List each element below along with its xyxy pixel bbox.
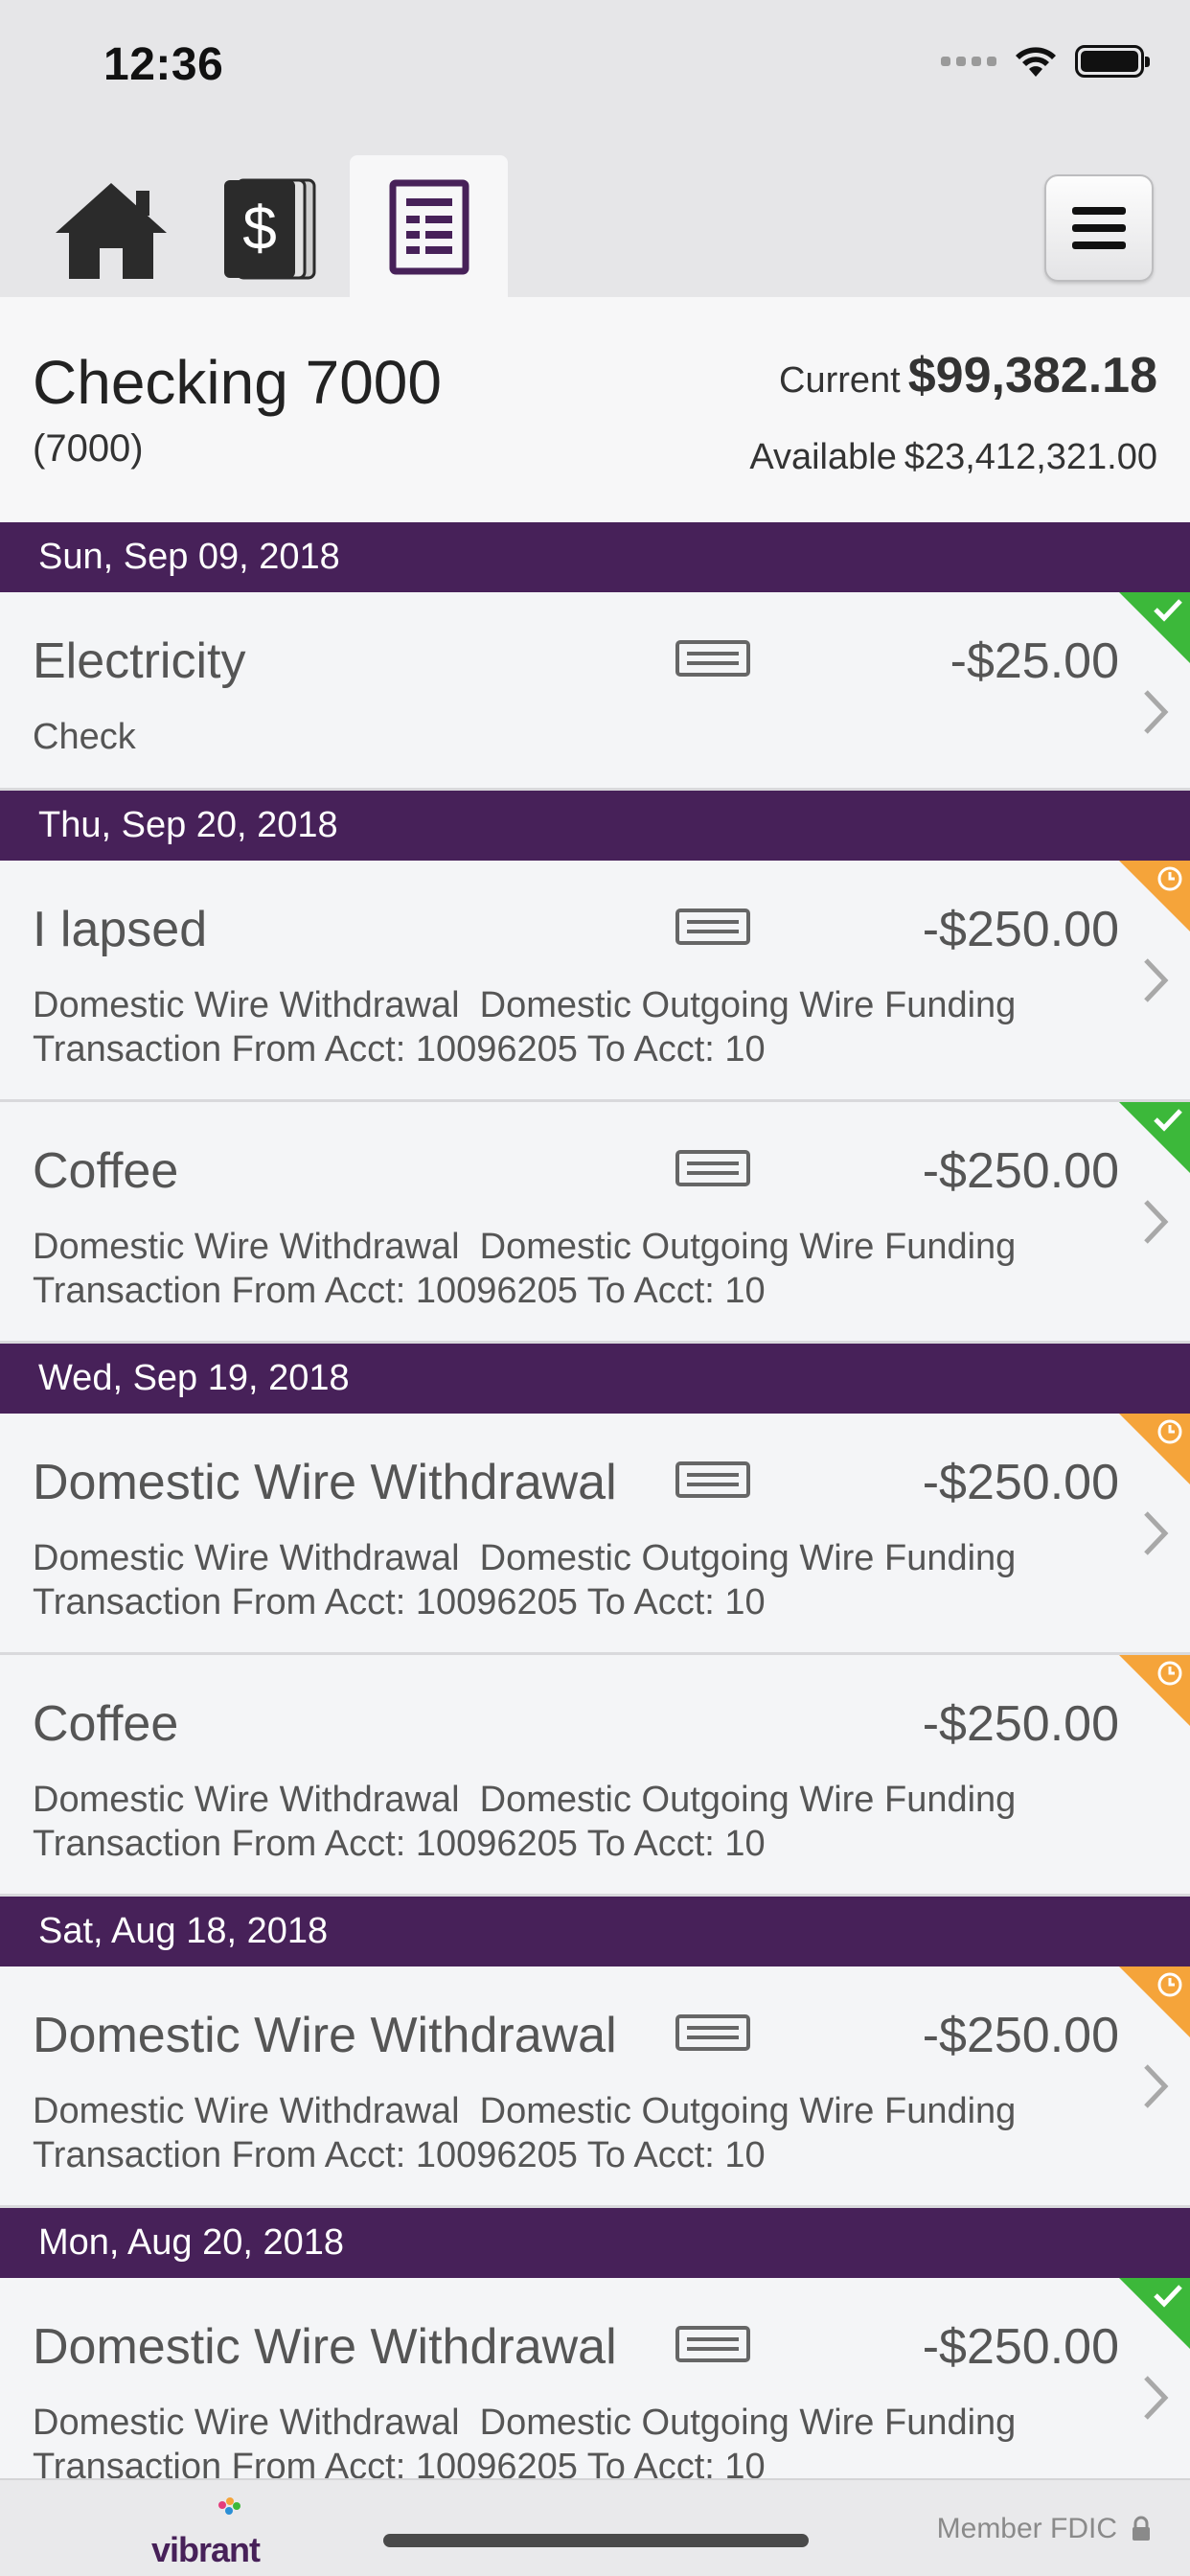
memo-icon bbox=[675, 908, 750, 945]
available-value: $23,412,321.00 bbox=[904, 437, 1157, 477]
top-area: 12:36 $ bbox=[0, 0, 1190, 299]
chevron-right-icon bbox=[1144, 2064, 1169, 2108]
fdic-notice: Member FDIC bbox=[937, 2513, 1152, 2545]
date-header: Sat, Aug 18, 2018 bbox=[0, 1897, 1190, 1966]
transaction-list[interactable]: Sun, Sep 09, 2018 Electricity -$25.00 Ch… bbox=[0, 522, 1190, 2480]
transaction-amount: -$250.00 bbox=[922, 2319, 1119, 2375]
transaction-description: Check bbox=[33, 717, 136, 757]
tab-money[interactable]: $ bbox=[194, 163, 347, 297]
transaction-title: I lapsed bbox=[33, 902, 208, 957]
transaction-row[interactable]: Coffee -$250.00 Domestic Wire Withdrawal… bbox=[0, 1655, 1190, 1897]
cleared-status-icon bbox=[1119, 2278, 1190, 2349]
current-label: Current bbox=[779, 360, 901, 401]
statement-icon bbox=[389, 179, 469, 275]
transaction-description: Domestic Wire Withdrawal Domestic Outgoi… bbox=[33, 985, 1017, 1070]
pending-status-icon bbox=[1119, 1655, 1190, 1726]
transaction-row[interactable]: Electricity -$25.00 Check bbox=[0, 592, 1190, 791]
svg-text:$: $ bbox=[242, 194, 277, 263]
transaction-row[interactable]: Coffee -$250.00 Domestic Wire Withdrawal… bbox=[0, 1102, 1190, 1344]
cleared-status-icon bbox=[1119, 1102, 1190, 1173]
transaction-title: Electricity bbox=[33, 633, 246, 689]
transaction-title: Domestic Wire Withdrawal bbox=[33, 2319, 617, 2375]
pending-status-icon bbox=[1119, 1414, 1190, 1484]
logo-text: vibrant bbox=[151, 2530, 261, 2569]
transaction-title: Coffee bbox=[33, 1696, 179, 1752]
date-header: Thu, Sep 20, 2018 bbox=[0, 791, 1190, 861]
memo-icon bbox=[675, 1461, 750, 1498]
footer: vibrant Member FDIC bbox=[0, 2478, 1190, 2576]
transaction-amount: -$250.00 bbox=[922, 1696, 1119, 1752]
available-label: Available bbox=[749, 437, 897, 477]
current-balance: Current $99,382.18 bbox=[779, 347, 1157, 404]
transaction-row[interactable]: Domestic Wire Withdrawal -$250.00 Domest… bbox=[0, 2278, 1190, 2480]
transaction-row[interactable]: Domestic Wire Withdrawal -$250.00 Domest… bbox=[0, 1414, 1190, 1655]
pending-status-icon bbox=[1119, 1966, 1190, 2037]
transaction-amount: -$250.00 bbox=[922, 1455, 1119, 1510]
account-name: Checking 7000 bbox=[33, 348, 442, 417]
available-balance: Available $23,412,321.00 bbox=[749, 437, 1157, 478]
dollar-stack-icon: $ bbox=[224, 178, 316, 280]
transaction-title: Domestic Wire Withdrawal bbox=[33, 1455, 617, 1510]
chevron-right-icon bbox=[1144, 958, 1169, 1002]
transaction-amount: -$250.00 bbox=[922, 1143, 1119, 1199]
chevron-right-icon bbox=[1144, 1511, 1169, 1555]
transaction-description: Domestic Wire Withdrawal Domestic Outgoi… bbox=[33, 1538, 1017, 1622]
transaction-amount: -$25.00 bbox=[950, 633, 1119, 689]
tab-home[interactable] bbox=[34, 163, 188, 297]
account-header: Checking 7000 (7000) Current $99,382.18 … bbox=[0, 297, 1190, 522]
account-number: (7000) bbox=[33, 427, 144, 470]
battery-icon bbox=[1075, 45, 1150, 78]
transaction-title: Domestic Wire Withdrawal bbox=[33, 2008, 617, 2063]
transaction-row[interactable]: I lapsed -$250.00 Domestic Wire Withdraw… bbox=[0, 861, 1190, 1102]
hamburger-menu-icon bbox=[1072, 207, 1126, 249]
status-icons bbox=[941, 44, 1150, 79]
chevron-right-icon bbox=[1144, 1200, 1169, 1244]
fdic-label: Member FDIC bbox=[936, 2513, 1117, 2544]
chevron-right-icon bbox=[1144, 690, 1169, 734]
transaction-title: Coffee bbox=[33, 1143, 179, 1199]
date-header: Sun, Sep 09, 2018 bbox=[0, 522, 1190, 592]
tab-statement[interactable] bbox=[350, 155, 508, 299]
memo-icon bbox=[675, 640, 750, 677]
signal-icon bbox=[941, 57, 996, 66]
transaction-description: Domestic Wire Withdrawal Domestic Outgoi… bbox=[33, 2403, 1017, 2480]
current-value: $99,382.18 bbox=[907, 348, 1157, 403]
chevron-right-icon bbox=[1144, 2376, 1169, 2420]
memo-icon bbox=[675, 1150, 750, 1186]
wifi-icon bbox=[1016, 47, 1056, 77]
lock-icon bbox=[1133, 2516, 1150, 2541]
transaction-amount: -$250.00 bbox=[922, 2008, 1119, 2063]
date-header: Wed, Sep 19, 2018 bbox=[0, 1344, 1190, 1414]
pending-status-icon bbox=[1119, 861, 1190, 932]
home-indicator[interactable] bbox=[383, 2534, 809, 2547]
date-header: Mon, Aug 20, 2018 bbox=[0, 2208, 1190, 2278]
transaction-description: Domestic Wire Withdrawal Domestic Outgoi… bbox=[33, 2091, 1017, 2175]
memo-icon bbox=[675, 2014, 750, 2051]
memo-icon bbox=[675, 2326, 750, 2362]
pinwheel-icon bbox=[218, 2497, 240, 2515]
transaction-description: Domestic Wire Withdrawal Domestic Outgoi… bbox=[33, 1780, 1017, 1864]
transaction-row[interactable]: Domestic Wire Withdrawal -$250.00 Domest… bbox=[0, 1966, 1190, 2208]
cleared-status-icon bbox=[1119, 592, 1190, 663]
transaction-description: Domestic Wire Withdrawal Domestic Outgoi… bbox=[33, 1227, 1017, 1311]
transaction-amount: -$250.00 bbox=[922, 902, 1119, 957]
menu-button[interactable] bbox=[1044, 174, 1154, 282]
home-icon bbox=[56, 183, 167, 279]
status-time: 12:36 bbox=[103, 39, 224, 90]
